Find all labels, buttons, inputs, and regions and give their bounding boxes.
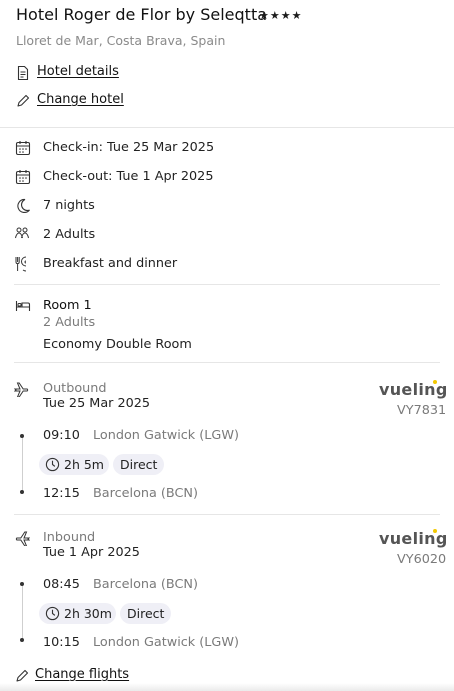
nights-count: 7 nights bbox=[43, 198, 95, 213]
inbound-arrive-time: 10:15 bbox=[43, 635, 80, 650]
inbound-date: Tue 1 Apr 2025 bbox=[43, 545, 140, 560]
moon-icon bbox=[17, 198, 30, 214]
inbound-stops-badge: Direct bbox=[120, 603, 172, 624]
divider bbox=[14, 362, 440, 363]
bed-icon bbox=[15, 301, 31, 311]
calendar-icon bbox=[15, 141, 31, 156]
hotel-details-link[interactable]: Hotel details bbox=[37, 64, 119, 79]
divider bbox=[14, 514, 440, 515]
pencil-icon bbox=[16, 669, 29, 682]
timeline-line bbox=[22, 436, 23, 492]
inbound-duration: 2h 30m bbox=[64, 606, 112, 621]
airline-logo-dot bbox=[433, 380, 437, 384]
inbound-depart-time: 08:45 bbox=[43, 577, 80, 592]
outbound-flight-number: VY7831 bbox=[397, 403, 447, 418]
checkout-date: Check-out: Tue 1 Apr 2025 bbox=[43, 169, 214, 184]
inbound-arrive-airport: London Gatwick (LGW) bbox=[93, 635, 239, 650]
checkin-date: Check-in: Tue 25 Mar 2025 bbox=[43, 140, 215, 155]
room-guests: 2 Adults bbox=[43, 315, 96, 330]
scroll-fade bbox=[0, 683, 454, 691]
document-icon bbox=[17, 65, 29, 81]
calendar-icon bbox=[15, 170, 31, 185]
inbound-flight-number: VY6020 bbox=[397, 552, 447, 567]
timeline-dot bbox=[20, 434, 24, 438]
star-rating: ★★★★ bbox=[259, 9, 303, 22]
outbound-depart-time: 09:10 bbox=[43, 428, 80, 443]
people-icon bbox=[15, 227, 29, 239]
guests-count: 2 Adults bbox=[43, 227, 96, 242]
inbound-label: Inbound bbox=[43, 530, 96, 545]
plane-icon bbox=[15, 531, 30, 546]
divider bbox=[14, 284, 440, 285]
timeline-line bbox=[22, 584, 23, 640]
change-hotel-link[interactable]: Change hotel bbox=[37, 92, 124, 107]
plane-icon bbox=[14, 382, 29, 397]
outbound-label: Outbound bbox=[43, 381, 107, 396]
change-flights-link[interactable]: Change flights bbox=[35, 667, 129, 682]
cutlery-icon bbox=[15, 256, 27, 272]
hotel-name: Hotel Roger de Flor by Seleqtta bbox=[16, 5, 268, 24]
inbound-depart-airport: Barcelona (BCN) bbox=[93, 577, 198, 592]
timeline-dot bbox=[20, 490, 24, 494]
duration-badge: 2h 5m bbox=[39, 454, 109, 475]
outbound-date: Tue 25 Mar 2025 bbox=[43, 396, 151, 411]
clock-icon bbox=[45, 457, 60, 472]
outbound-airline-logo: vueling bbox=[379, 380, 448, 399]
outbound-arrive-time: 12:15 bbox=[43, 486, 80, 501]
outbound-stops-badge: Direct bbox=[113, 454, 165, 475]
board-basis: Breakfast and dinner bbox=[43, 256, 178, 271]
outbound-arrive-airport: Barcelona (BCN) bbox=[93, 486, 198, 501]
pencil-icon bbox=[17, 94, 30, 107]
outbound-duration: 2h 5m bbox=[64, 457, 104, 472]
timeline-dot bbox=[20, 638, 24, 642]
inbound-airline-logo: vueling bbox=[379, 529, 448, 548]
timeline-dot bbox=[20, 582, 24, 586]
hotel-location: Lloret de Mar, Costa Brava, Spain bbox=[16, 33, 226, 48]
room-type: Economy Double Room bbox=[43, 337, 192, 352]
room-title: Room 1 bbox=[43, 298, 92, 313]
duration-badge: 2h 30m bbox=[39, 603, 116, 624]
airline-logo-dot bbox=[433, 529, 437, 533]
clock-icon bbox=[45, 606, 60, 621]
outbound-depart-airport: London Gatwick (LGW) bbox=[93, 428, 239, 443]
divider bbox=[0, 127, 454, 128]
